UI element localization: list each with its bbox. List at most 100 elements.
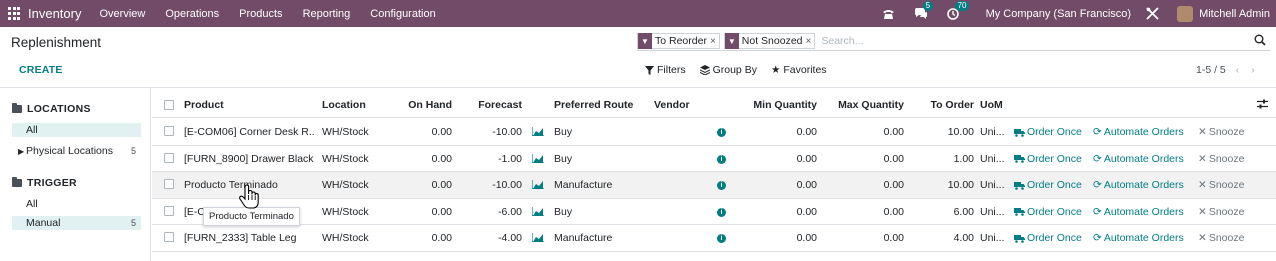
col-preferred-route[interactable]: Preferred Route xyxy=(554,99,633,111)
max-qty-cell[interactable]: 0.00 xyxy=(822,206,904,218)
min-qty-cell[interactable]: 0.00 xyxy=(732,206,817,218)
forecast-chart-icon[interactable] xyxy=(531,233,544,245)
app-name[interactable]: Inventory xyxy=(28,6,81,21)
menu-configuration[interactable]: Configuration xyxy=(370,8,435,20)
search-input[interactable]: Search... xyxy=(821,35,863,47)
to-order-cell[interactable]: 1.00 xyxy=(912,153,974,165)
page-title[interactable]: Replenishment xyxy=(11,35,101,50)
min-qty-cell[interactable]: 0.00 xyxy=(732,153,817,165)
max-qty-cell[interactable]: 0.00 xyxy=(822,232,904,244)
col-to-order[interactable]: To Order xyxy=(912,99,974,111)
row-checkbox[interactable] xyxy=(164,152,174,163)
vendor-info-icon[interactable]: i xyxy=(717,128,726,137)
to-order-cell[interactable]: 10.00 xyxy=(912,179,974,191)
apps-menu-icon[interactable] xyxy=(8,6,22,21)
col-vendor[interactable]: Vendor xyxy=(654,99,690,111)
product-cell[interactable]: [FURN_2333] Table Leg xyxy=(184,232,314,244)
create-button[interactable]: CREATE xyxy=(19,64,63,76)
filters-button[interactable]: Filters xyxy=(645,64,686,76)
order-once-button[interactable]: Order Once xyxy=(1014,126,1082,138)
search-icon[interactable] xyxy=(1254,34,1266,49)
max-qty-cell[interactable]: 0.00 xyxy=(822,179,904,191)
debug-tools-icon[interactable] xyxy=(1145,7,1159,21)
col-min-quantity[interactable]: Min Quantity xyxy=(732,99,817,111)
route-cell[interactable]: Buy xyxy=(554,126,572,138)
row-checkbox[interactable] xyxy=(164,205,174,216)
table-row[interactable]: [E-COM06] Corner Desk R... WH/Stock 0.00… xyxy=(152,119,1276,146)
automate-orders-button[interactable]: ⟳ Automate Orders xyxy=(1093,206,1184,218)
min-qty-cell[interactable]: 0.00 xyxy=(732,126,817,138)
location-item-all[interactable]: All xyxy=(12,123,141,137)
automate-orders-button[interactable]: ⟳ Automate Orders xyxy=(1093,179,1184,191)
company-switcher[interactable]: My Company (San Francisco) xyxy=(986,8,1132,20)
favorites-button[interactable]: ★ Favorites xyxy=(771,64,827,76)
order-once-button[interactable]: Order Once xyxy=(1014,153,1082,165)
menu-operations[interactable]: Operations xyxy=(165,8,219,20)
table-row[interactable]: [E-C WH/Stock 0.00 -6.00 Buy i 0.00 0.00… xyxy=(152,199,1276,225)
max-qty-cell[interactable]: 0.00 xyxy=(822,153,904,165)
vendor-info-icon[interactable]: i xyxy=(717,181,726,190)
order-once-button[interactable]: Order Once xyxy=(1014,179,1082,191)
snooze-button[interactable]: ✕ Snooze xyxy=(1198,179,1244,191)
trigger-item-manual[interactable]: Manual 5 xyxy=(12,216,141,230)
phone-icon[interactable] xyxy=(882,7,896,21)
pager-previous-icon[interactable]: ‹ xyxy=(1236,64,1240,76)
search-facet-not-snoozed[interactable]: ▼ Not Snoozed × xyxy=(723,33,816,49)
menu-reporting[interactable]: Reporting xyxy=(303,8,351,20)
col-forecast[interactable]: Forecast xyxy=(462,99,522,111)
group-by-button[interactable]: Group By xyxy=(699,64,757,76)
search-facet-to-reorder[interactable]: ▼ To Reorder × xyxy=(637,33,720,49)
snooze-button[interactable]: ✕ Snooze xyxy=(1198,206,1244,218)
order-once-button[interactable]: Order Once xyxy=(1014,206,1082,218)
trigger-item-all[interactable]: All xyxy=(12,197,141,211)
table-row[interactable]: [FURN_8900] Drawer Black WH/Stock 0.00 -… xyxy=(152,146,1276,172)
automate-orders-button[interactable]: ⟳ Automate Orders xyxy=(1093,126,1184,138)
table-row[interactable]: Producto Terminado WH/Stock 0.00 -10.00 … xyxy=(152,172,1276,199)
route-cell[interactable]: Manufacture xyxy=(554,232,612,244)
min-qty-cell[interactable]: 0.00 xyxy=(732,232,817,244)
max-qty-cell[interactable]: 0.00 xyxy=(822,126,904,138)
remove-facet-icon[interactable]: × xyxy=(806,36,815,47)
vendor-info-icon[interactable]: i xyxy=(717,154,726,164)
forecast-chart-icon[interactable] xyxy=(531,180,544,192)
location-item-physical[interactable]: ▶ Physical Locations 5 xyxy=(12,144,141,158)
col-location[interactable]: Location xyxy=(322,99,366,111)
pager-value[interactable]: 1-5 / 5 xyxy=(1196,64,1226,76)
activity-icon[interactable]: 70 xyxy=(946,0,970,21)
forecast-chart-icon[interactable] xyxy=(531,127,544,139)
forecast-chart-icon[interactable] xyxy=(531,206,544,219)
user-menu[interactable]: Mitchell Admin xyxy=(1199,8,1270,20)
col-on-hand[interactable]: On Hand xyxy=(392,99,452,111)
row-checkbox[interactable] xyxy=(164,179,174,189)
vendor-info-icon[interactable]: i xyxy=(717,207,726,217)
order-once-button[interactable]: Order Once xyxy=(1014,232,1082,244)
snooze-button[interactable]: ✕ Snooze xyxy=(1198,126,1244,138)
snooze-button[interactable]: ✕ Snooze xyxy=(1198,232,1244,244)
route-cell[interactable]: Manufacture xyxy=(554,179,612,191)
automate-orders-button[interactable]: ⟳ Automate Orders xyxy=(1093,232,1184,244)
col-max-quantity[interactable]: Max Quantity xyxy=(822,99,904,111)
min-qty-cell[interactable]: 0.00 xyxy=(732,179,817,191)
col-product[interactable]: Product xyxy=(184,99,224,111)
column-settings-icon[interactable] xyxy=(1257,99,1268,112)
forecast-chart-icon[interactable] xyxy=(531,153,544,166)
menu-overview[interactable]: Overview xyxy=(99,8,145,20)
messages-icon[interactable]: 5 xyxy=(914,0,934,21)
to-order-cell[interactable]: 10.00 xyxy=(912,126,974,138)
menu-products[interactable]: Products xyxy=(239,8,282,20)
vendor-info-icon[interactable]: i xyxy=(717,234,726,243)
row-checkbox[interactable] xyxy=(164,126,174,136)
col-uom[interactable]: UoM xyxy=(980,99,1003,111)
snooze-button[interactable]: ✕ Snooze xyxy=(1198,153,1244,165)
to-order-cell[interactable]: 6.00 xyxy=(912,206,974,218)
route-cell[interactable]: Buy xyxy=(554,206,572,218)
user-avatar[interactable] xyxy=(1177,5,1194,22)
remove-facet-icon[interactable]: × xyxy=(710,36,719,47)
automate-orders-button[interactable]: ⟳ Automate Orders xyxy=(1093,153,1184,165)
pager-next-icon[interactable]: › xyxy=(1251,64,1255,76)
to-order-cell[interactable]: 4.00 xyxy=(912,232,974,244)
table-row[interactable]: [FURN_2333] Table Leg WH/Stock 0.00 -4.0… xyxy=(152,225,1276,252)
route-cell[interactable]: Buy xyxy=(554,153,572,165)
product-cell[interactable]: [E-COM06] Corner Desk R... xyxy=(184,126,314,138)
select-all-checkbox[interactable] xyxy=(164,100,174,110)
